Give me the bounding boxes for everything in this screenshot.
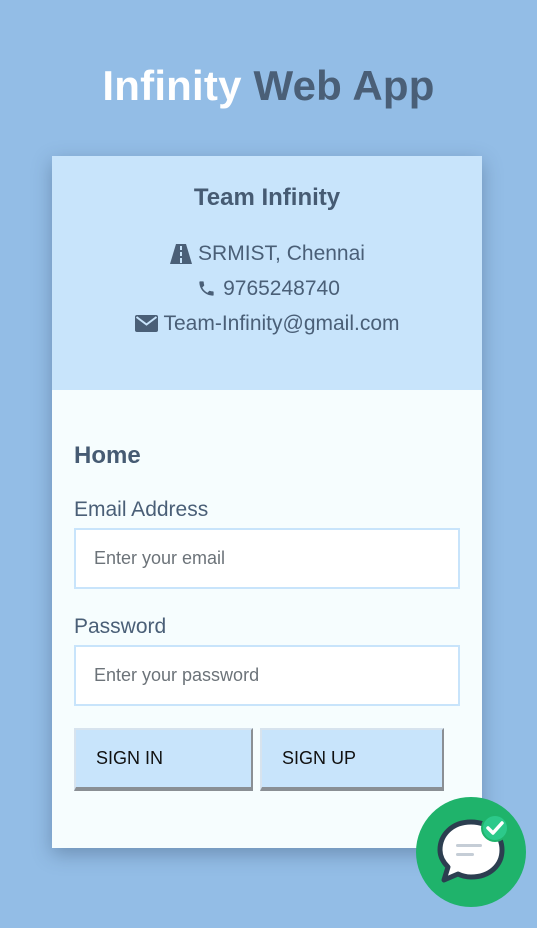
chat-button[interactable] [416, 797, 526, 907]
login-form: Home Email Address Password SIGN IN SIGN… [52, 442, 482, 791]
login-card: Team Infinity SRMIST, Chennai 9765248740… [52, 156, 482, 848]
team-info-panel: Team Infinity SRMIST, Chennai 9765248740… [52, 156, 482, 390]
email-input[interactable] [74, 528, 460, 589]
email-label: Email Address [74, 498, 209, 521]
app-title-part2: Web App [253, 62, 435, 109]
app-title: Infinity Web App [0, 62, 537, 110]
chat-bubble-icon [437, 814, 509, 883]
contact-location-text: SRMIST, Chennai [198, 242, 365, 265]
password-label: Password [74, 615, 167, 638]
phone-icon [194, 277, 218, 301]
form-buttons: SIGN IN SIGN UP [74, 728, 460, 791]
contact-email-text: Team-Infinity@gmail.com [163, 312, 400, 335]
contact-phone: 9765248740 [52, 271, 482, 306]
contact-list: SRMIST, Chennai 9765248740 Team-Infinity… [52, 236, 482, 341]
team-name: Team Infinity [193, 184, 341, 211]
password-input[interactable] [74, 645, 460, 706]
envelope-icon [134, 312, 158, 336]
sign-in-button[interactable]: SIGN IN [74, 728, 253, 791]
form-title: Home [74, 442, 141, 469]
contact-email: Team-Infinity@gmail.com [52, 306, 482, 341]
contact-location: SRMIST, Chennai [52, 236, 482, 271]
sign-up-button[interactable]: SIGN UP [260, 728, 444, 791]
road-icon [169, 242, 193, 266]
contact-phone-text: 9765248740 [223, 277, 340, 300]
app-title-part1: Infinity [102, 62, 242, 109]
